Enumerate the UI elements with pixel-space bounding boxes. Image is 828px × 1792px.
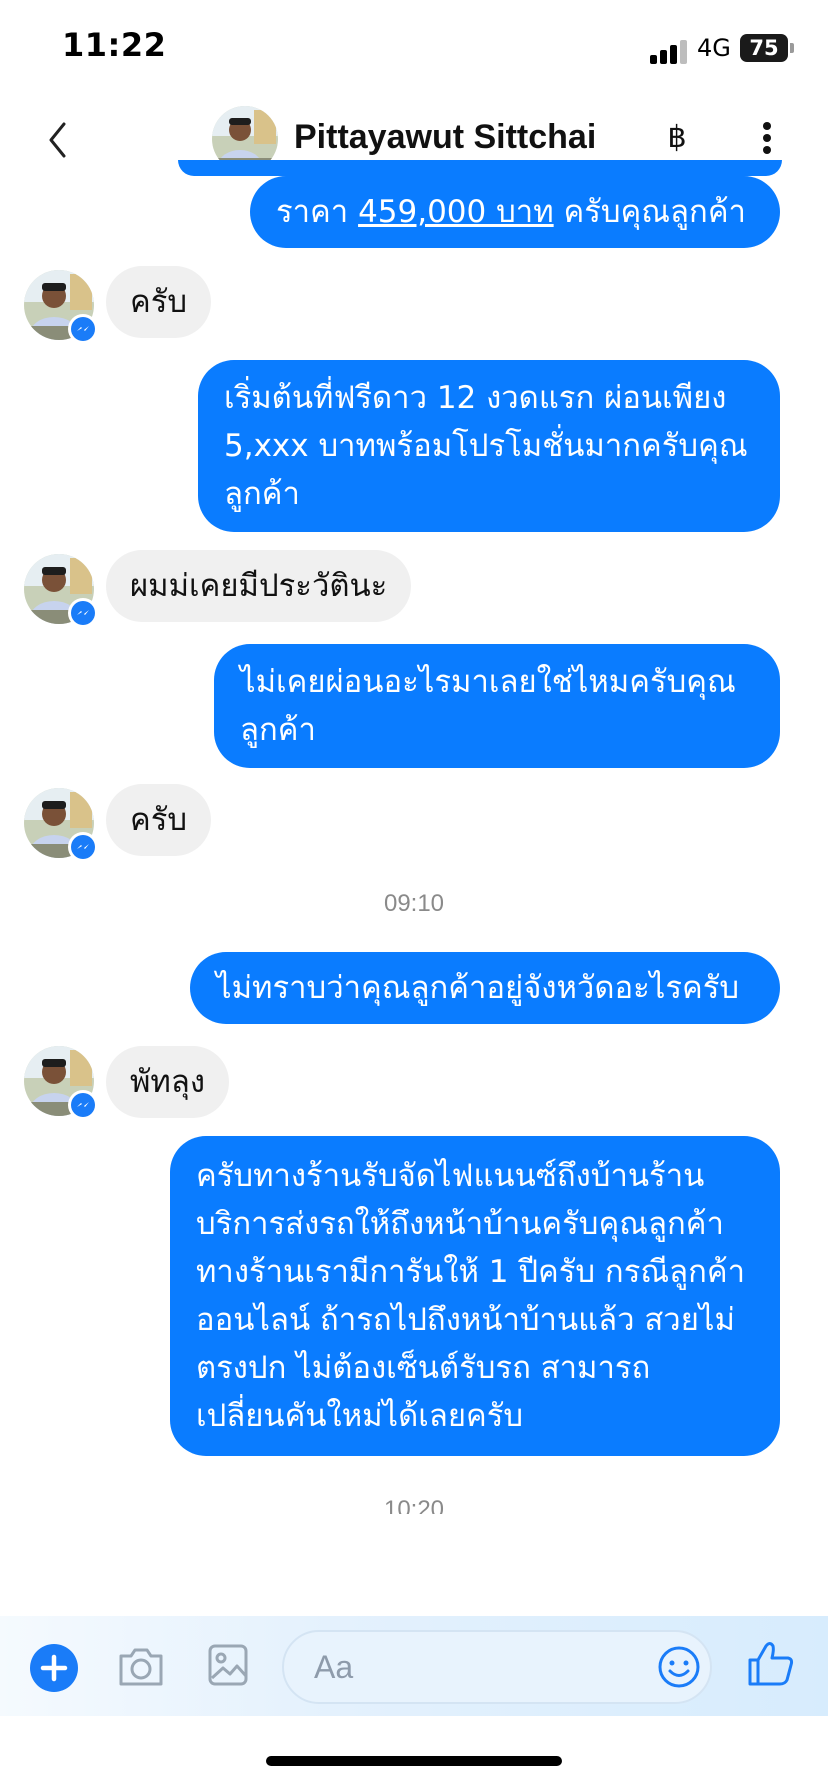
message-line: ไม่เคยผ่อนอะไรมาเลยใช่ไหมครับคุณ <box>240 664 736 700</box>
home-indicator <box>266 1756 562 1766</box>
like-button[interactable] <box>746 1638 796 1690</box>
image-icon <box>208 1644 248 1686</box>
message-line: ลูกค้า <box>224 476 300 512</box>
message-received[interactable]: ครับ <box>106 784 212 856</box>
message-text: ครับคุณลูกค้า <box>553 194 746 230</box>
emoji-icon <box>658 1646 700 1688</box>
message-text: ครับ <box>130 284 188 320</box>
baht-icon[interactable]: ฿ <box>662 118 692 158</box>
camera-icon <box>119 1648 163 1686</box>
message-line: ทางร้านเรามีการันให้ 1 ปีครับ กรณีลูกค้า <box>196 1254 746 1290</box>
sender-avatar[interactable] <box>24 788 98 862</box>
message-received[interactable]: พัทลุง <box>106 1046 230 1118</box>
status-bar: 11:22 4G 75 <box>0 0 828 90</box>
signal-bars-icon <box>650 36 690 64</box>
messenger-screen: 11:22 4G 75 Pittayawut Sittchai ฿ ราคา 4… <box>0 0 828 1792</box>
more-options-button[interactable] <box>752 114 782 162</box>
message-line: ตรงปก ไม่ต้องเซ็นต์รับรถ สามารถ <box>196 1350 651 1386</box>
message-received[interactable]: ผมม่เคยมีประวัตินะ <box>106 550 412 622</box>
emoji-button[interactable] <box>656 1644 702 1690</box>
messenger-badge-icon <box>68 314 98 344</box>
message-input[interactable] <box>312 1644 612 1690</box>
message-line: บริการส่งรถให้ถึงหน้าบ้านครับคุณลูกค้า <box>196 1206 724 1242</box>
timestamp-clip: 10:20 <box>0 1486 828 1514</box>
timestamp: 10:20 <box>383 1496 445 1514</box>
message-sent[interactable]: ราคา 459,000 บาท ครับคุณลูกค้า <box>250 176 780 248</box>
plus-button[interactable] <box>30 1644 78 1692</box>
thumbs-up-icon <box>748 1642 794 1686</box>
sender-avatar[interactable] <box>24 1046 98 1120</box>
message-text: ครับ <box>130 802 188 838</box>
message-sent[interactable]: ไม่ทราบว่าคุณลูกค้าอยู่จังหวัดอะไรครับ <box>190 952 780 1024</box>
message-line: ครับทางร้านรับจัดไฟแนนซ์ถึงบ้านร้าน <box>196 1158 705 1194</box>
message-line: 5,xxx บาทพร้อมโปรโมชั่นมากครับคุณ <box>224 428 748 464</box>
message-sent[interactable]: ครับทางร้านรับจัดไฟแนนซ์ถึงบ้านร้าน บริก… <box>170 1136 780 1456</box>
messenger-badge-icon <box>68 832 98 862</box>
price-link[interactable]: 459,000 บาท <box>358 194 554 230</box>
timestamp: 09:10 <box>383 890 445 917</box>
message-composer <box>0 1616 828 1716</box>
message-text: ไม่ทราบว่าคุณลูกค้าอยู่จังหวัดอะไรครับ <box>216 970 740 1006</box>
back-button[interactable] <box>40 112 80 168</box>
message-line: ลูกค้า <box>240 712 316 748</box>
previous-message-edge <box>178 160 782 176</box>
message-text: พัทลุง <box>130 1064 206 1100</box>
camera-button[interactable] <box>116 1642 166 1690</box>
contact-name[interactable]: Pittayawut Sittchai <box>294 118 596 157</box>
messenger-badge-icon <box>68 598 98 628</box>
message-text: ราคา <box>276 194 359 230</box>
message-line: เริ่มต้นที่ฟรีดาว 12 งวดแรก ผ่อนเพียง <box>224 380 727 416</box>
message-sent[interactable]: เริ่มต้นที่ฟรีดาว 12 งวดแรก ผ่อนเพียง 5,… <box>198 360 780 532</box>
network-label: 4G <box>697 34 731 62</box>
message-received[interactable]: ครับ <box>106 266 212 338</box>
chevron-left-icon <box>49 122 66 158</box>
plus-icon <box>40 1654 68 1682</box>
battery-icon: 75 <box>740 34 788 62</box>
messenger-badge-icon <box>68 1090 98 1120</box>
sender-avatar[interactable] <box>24 554 98 628</box>
status-time: 11:22 <box>62 26 167 64</box>
message-line: ออนไลน์ ถ้ารถไปถึงหน้าบ้านแล้ว สวยไม่ <box>196 1302 735 1338</box>
sender-avatar[interactable] <box>24 270 98 344</box>
message-sent[interactable]: ไม่เคยผ่อนอะไรมาเลยใช่ไหมครับคุณ ลูกค้า <box>214 644 780 768</box>
message-line: เปลี่ยนคันใหม่ได้เลยครับ <box>196 1398 524 1434</box>
battery-cap <box>790 43 794 53</box>
message-input-wrapper[interactable] <box>282 1630 712 1704</box>
image-button[interactable] <box>206 1640 250 1690</box>
message-text: ผมม่เคยมีประวัตินะ <box>130 568 388 604</box>
